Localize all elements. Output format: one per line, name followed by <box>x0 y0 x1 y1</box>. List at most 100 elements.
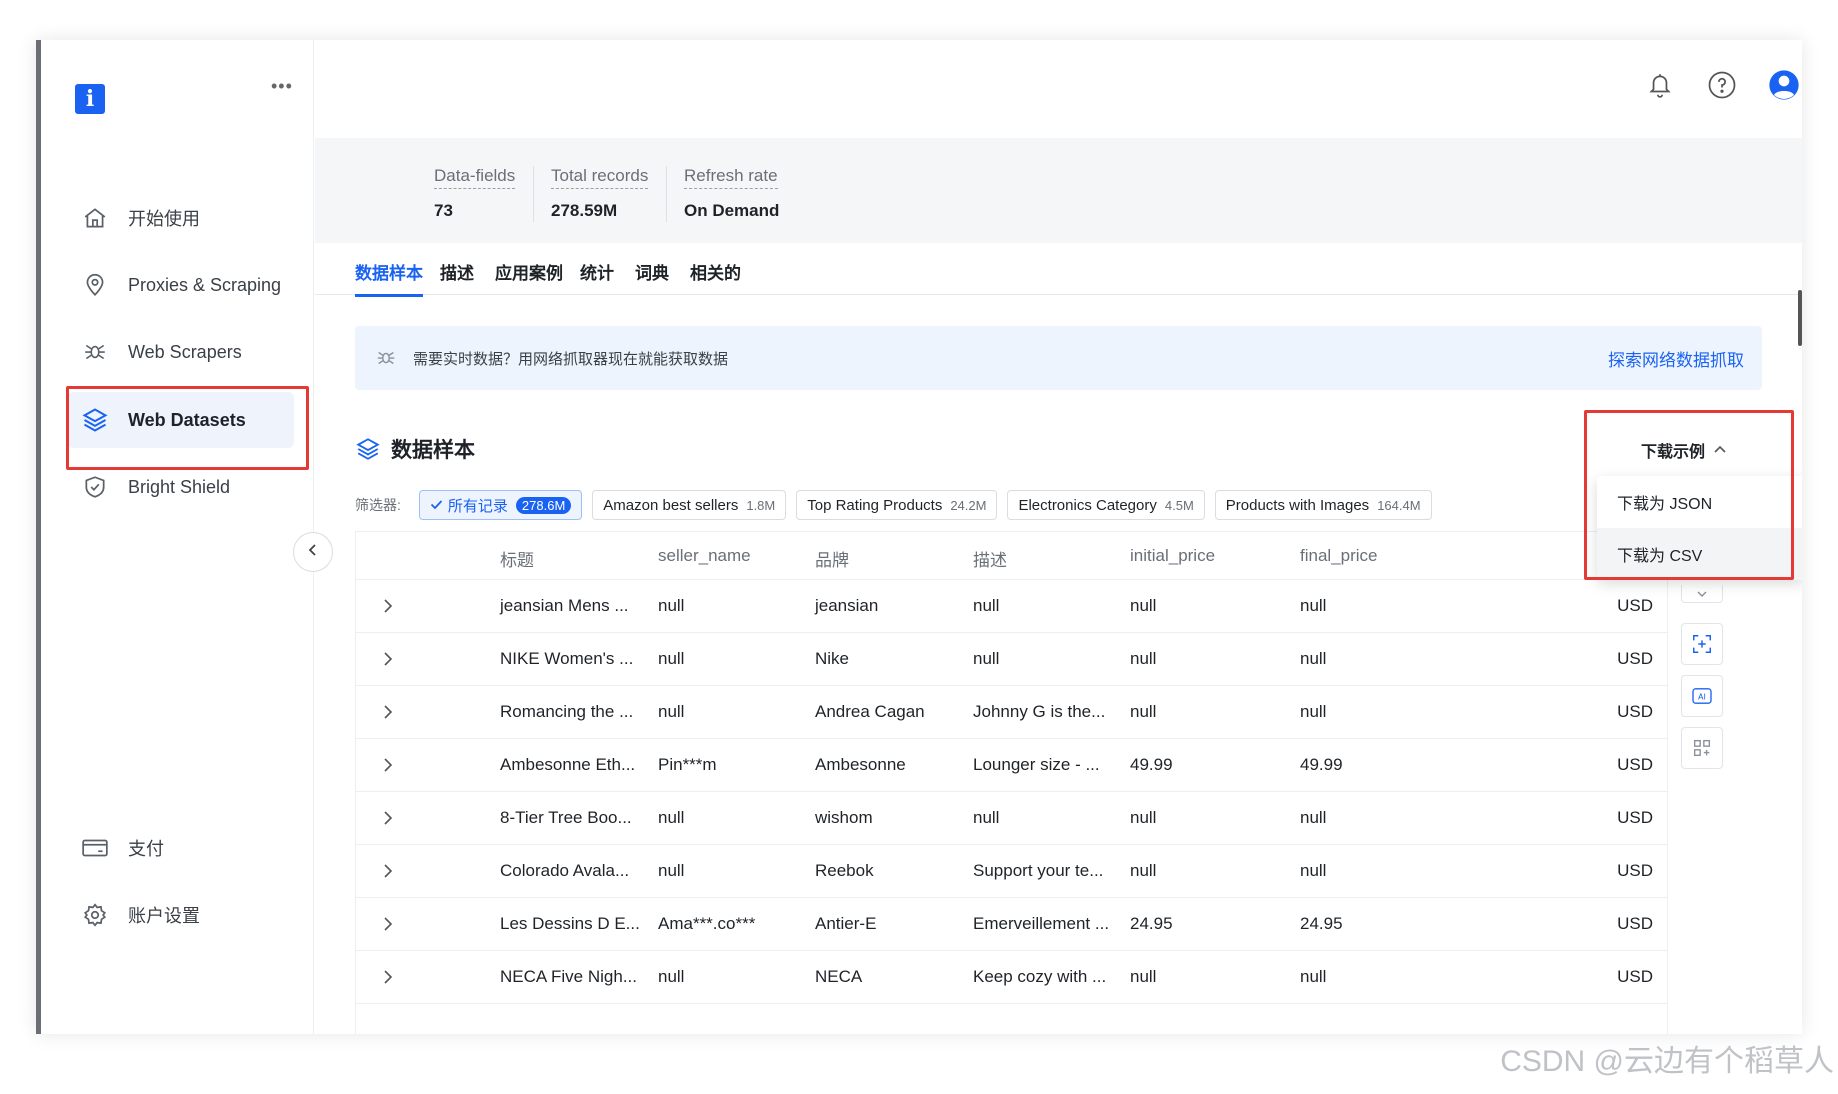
card-icon <box>81 834 109 862</box>
help-circle-icon[interactable] <box>1705 68 1739 102</box>
table-row[interactable]: 8-Tier Tree Boo... null wishom null null null… <box>356 792 1667 845</box>
table-cell: null <box>1130 861 1157 880</box>
table-cell: null <box>1300 808 1327 827</box>
chip-label: Amazon best sellers <box>603 496 739 514</box>
filter-chip-electronics[interactable]: Electronics Category 4.5M <box>1007 490 1205 520</box>
table-cell: USD <box>1617 702 1653 721</box>
column-header[interactable]: initial_price <box>1130 546 1215 566</box>
table-cell: null <box>658 596 685 615</box>
chevron-right-icon[interactable] <box>378 965 398 989</box>
expand-icon[interactable] <box>1681 585 1723 603</box>
sidebar: i ••• 开始使用 Proxies & Scraping Web Scrape… <box>41 40 314 1034</box>
divider <box>666 166 667 222</box>
table-cell: 8-Tier Tree Boo... <box>500 808 632 827</box>
tab-use-cases[interactable]: 应用案例 <box>495 259 563 294</box>
ai-icon[interactable]: AI <box>1681 675 1723 717</box>
spider-icon <box>375 347 397 369</box>
filter-chip-with-images[interactable]: Products with Images 164.4M <box>1214 490 1432 520</box>
sidebar-item-web-datasets[interactable]: Web Datasets <box>67 392 294 448</box>
column-header[interactable]: 描述 <box>973 546 1007 571</box>
filter-chip-top-rating[interactable]: Top Rating Products 24.2M <box>796 490 998 520</box>
check-icon <box>430 497 443 514</box>
table-row[interactable]: NIKE Women's ... null Nike null null null USD <box>356 633 1667 686</box>
sidebar-item-proxies[interactable]: Proxies & Scraping <box>67 257 294 313</box>
table-row[interactable]: Colorado Avala... null Reebok Support your … <box>356 845 1667 898</box>
layers-icon <box>81 406 109 434</box>
table-cell: Nike <box>815 649 850 668</box>
table-cell: USD <box>1617 861 1653 880</box>
filter-chip-amazon-best-sellers[interactable]: Amazon best sellers 1.8M <box>592 490 787 520</box>
tab-statistics[interactable]: 统计 <box>580 259 614 294</box>
table-cell: Ama***.co*** <box>658 914 756 933</box>
table-cell: null <box>658 649 685 668</box>
user-avatar-icon[interactable] <box>1767 68 1801 102</box>
chevron-right-icon[interactable] <box>378 806 398 830</box>
table-cell: Pin***m <box>658 755 717 774</box>
table-cell: USD <box>1617 967 1653 986</box>
banner-text: 需要实时数据？用网络抓取器现在就能获取数据 <box>413 350 729 368</box>
table-body: jeansian Mens ... null jeansian null null nul… <box>356 580 1667 1004</box>
location-pin-icon <box>81 271 109 299</box>
table-cell: Lounger size - ... <box>973 755 1100 774</box>
chevron-up-icon <box>1713 441 1727 459</box>
table-cell: null <box>1130 808 1157 827</box>
table-cell: null <box>658 702 685 721</box>
sidebar-item-web-scrapers[interactable]: Web Scrapers <box>67 324 294 380</box>
table-cell: USD <box>1617 649 1653 668</box>
bell-icon[interactable] <box>1643 68 1677 102</box>
column-header[interactable]: 标题 <box>500 546 534 571</box>
download-sample-button[interactable]: 下载示例 <box>1641 438 1727 462</box>
table-cell: 49.99 <box>1130 755 1173 774</box>
filter-chip-all-records[interactable]: 所有记录 278.6M <box>418 490 583 520</box>
sidebar-item-billing[interactable]: 支付 <box>67 820 294 876</box>
chip-count: 278.6M <box>515 496 572 514</box>
table-cell: Les Dessins D E... <box>500 914 640 933</box>
table-row[interactable]: Ambesonne Eth... Pin***m Ambesonne Lounger … <box>356 739 1667 792</box>
home-icon <box>81 204 109 232</box>
table-row[interactable]: Romancing the ... null Andrea Cagan Johnny … <box>356 686 1667 739</box>
table-cell: null <box>1300 967 1327 986</box>
chevron-right-icon[interactable] <box>378 753 398 777</box>
column-header[interactable]: seller_name <box>658 546 751 566</box>
scan-add-icon[interactable] <box>1681 623 1723 665</box>
table-cell: USD <box>1617 914 1653 933</box>
chevron-right-icon[interactable] <box>378 700 398 724</box>
sidebar-item-account-settings[interactable]: 账户设置 <box>67 887 294 943</box>
dataset-stats: Data-fields 73 Total records 278.59M Ref… <box>315 138 1802 243</box>
chip-count: 24.2M <box>950 497 987 513</box>
chevron-right-icon[interactable] <box>378 647 398 671</box>
explore-scrapers-link[interactable]: 探索网络数据抓取 <box>1608 346 1744 371</box>
sidebar-item-bright-shield[interactable]: Bright Shield <box>67 459 294 515</box>
chevron-right-icon[interactable] <box>378 594 398 618</box>
chevron-right-icon[interactable] <box>378 859 398 883</box>
table-cell: Johnny G is the... <box>973 702 1106 721</box>
chevron-right-icon[interactable] <box>378 912 398 936</box>
tab-data-sample[interactable]: 数据样本 <box>355 259 423 297</box>
table-cell: USD <box>1617 596 1653 615</box>
stat-refresh-rate: Refresh rate On Demand <box>684 166 780 220</box>
table-cell: null <box>1130 596 1157 615</box>
tab-dictionary[interactable]: 词典 <box>635 259 669 294</box>
table-cell: jeansian <box>815 596 879 615</box>
download-json-option[interactable]: 下载为 JSON <box>1597 476 1802 528</box>
section-title: 数据样本 <box>391 439 475 462</box>
sidebar-item-get-started[interactable]: 开始使用 <box>67 190 294 246</box>
column-header[interactable]: 品牌 <box>815 546 849 571</box>
table-row[interactable]: Les Dessins D E... Ama***.co*** Antier-E Em… <box>356 898 1667 951</box>
grid-add-icon[interactable] <box>1681 727 1723 769</box>
more-options-button[interactable]: ••• <box>271 76 293 97</box>
scrollbar[interactable] <box>1798 290 1802 346</box>
table-row[interactable]: NECA Five Nigh... null NECA Keep cozy with … <box>356 951 1667 1004</box>
tab-related[interactable]: 相关的 <box>690 259 741 294</box>
table-row[interactable]: jeansian Mens ... null jeansian null null nul… <box>356 580 1667 633</box>
filter-label: 筛选器: <box>355 497 401 513</box>
collapse-sidebar-button[interactable] <box>293 532 333 572</box>
column-header[interactable]: final_price <box>1300 546 1378 566</box>
brand-logo[interactable]: i <box>75 84 105 114</box>
app-window: i ••• 开始使用 Proxies & Scraping Web Scrape… <box>36 40 1802 1034</box>
download-csv-option[interactable]: 下载为 CSV <box>1597 528 1802 580</box>
tab-description[interactable]: 描述 <box>440 259 474 294</box>
table-cell: null <box>1300 861 1327 880</box>
sidebar-item-label: Web Datasets <box>128 409 246 430</box>
table-cell: Keep cozy with ... <box>973 967 1107 986</box>
